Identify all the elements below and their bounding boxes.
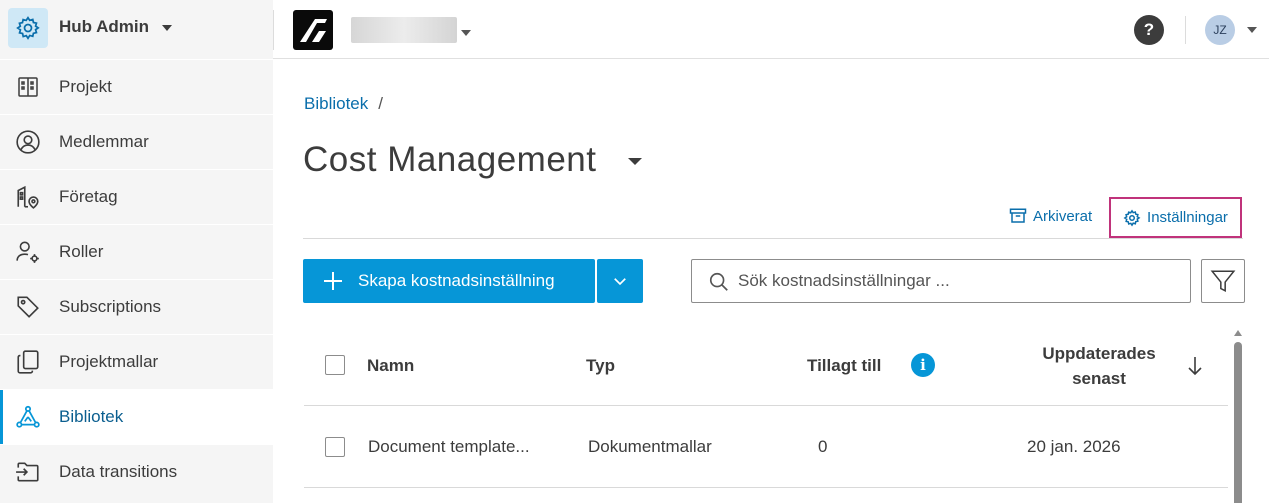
sidebar-item-projektmallar[interactable]: Projektmallar — [0, 334, 273, 389]
scroll-up-arrow-icon[interactable] — [1234, 330, 1242, 336]
breadcrumb-link-bibliotek[interactable]: Bibliotek — [304, 94, 368, 113]
select-all-checkbox[interactable] — [325, 355, 345, 375]
help-button[interactable]: ? — [1134, 15, 1164, 45]
archived-link[interactable]: Arkiverat — [1009, 207, 1092, 225]
divider — [273, 10, 274, 50]
autodesk-logo-icon[interactable] — [293, 10, 333, 50]
row-checkbox[interactable] — [325, 437, 345, 457]
hub-title: Hub Admin — [59, 17, 150, 36]
vertical-scrollbar[interactable] — [1234, 330, 1242, 503]
user-circle-icon — [14, 128, 42, 156]
filter-icon — [1210, 270, 1236, 292]
cell-name[interactable]: Document template... — [368, 437, 530, 457]
avatar[interactable]: JZ — [1205, 15, 1235, 45]
cell-type: Dokumentmallar — [588, 437, 712, 456]
sidebar-item-label: Projektmallar — [59, 352, 159, 371]
network-icon — [14, 403, 42, 431]
page-title[interactable]: Cost Management — [303, 140, 596, 180]
divider — [303, 238, 1243, 239]
sidebar-nav: Projekt Medlemmar Företag Roller Subscri… — [0, 59, 273, 499]
column-header-type[interactable]: Typ — [586, 356, 615, 376]
sidebar-item-label: Företag — [59, 187, 118, 206]
gear-icon — [8, 8, 48, 48]
search-icon — [709, 272, 728, 291]
project-selector[interactable] — [351, 17, 457, 43]
sidebar-item-label: Bibliotek — [59, 407, 124, 426]
column-header-name[interactable]: Namn — [367, 356, 414, 376]
table-header: Namn Typ Tillagt till i Uppdaterades sen… — [304, 325, 1228, 406]
table-row[interactable]: Document template... Dokumentmallar 0 20… — [304, 406, 1228, 488]
search-box — [691, 259, 1191, 303]
hub-switcher[interactable]: Hub Admin — [0, 0, 273, 59]
sidebar-item-label: Medlemmar — [59, 132, 149, 151]
sidebar-item-label: Subscriptions — [59, 297, 162, 316]
sidebar: Hub Admin Projekt Medlemmar Företag Roll… — [0, 0, 273, 503]
chevron-down-icon[interactable] — [628, 158, 642, 165]
settings-link[interactable]: Inställningar — [1109, 197, 1242, 238]
cell-added-to: 0 — [818, 437, 828, 456]
copy-icon — [14, 348, 42, 376]
tag-icon — [14, 293, 42, 321]
column-header-updated-line1: Uppdaterades — [1042, 344, 1156, 363]
folder-transfer-icon — [14, 458, 42, 486]
info-icon[interactable]: i — [911, 353, 935, 377]
divider — [1185, 16, 1186, 44]
filter-button[interactable] — [1201, 259, 1245, 303]
chevron-down-icon[interactable] — [461, 30, 471, 36]
archived-label: Arkiverat — [1033, 207, 1093, 225]
column-header-added-to[interactable]: Tillagt till — [807, 356, 881, 376]
sidebar-item-roller[interactable]: Roller — [0, 224, 273, 279]
column-header-updated[interactable]: Uppdaterades senast — [1024, 341, 1174, 391]
company-location-icon — [14, 183, 42, 211]
breadcrumb: Bibliotek / — [304, 94, 383, 114]
create-cost-setting-button[interactable]: Skapa kostnadsinställning — [303, 259, 595, 303]
scrollbar-thumb[interactable] — [1234, 342, 1242, 503]
plus-icon — [324, 272, 342, 290]
sidebar-item-label: Roller — [59, 242, 104, 261]
gear-icon — [1123, 209, 1141, 227]
sidebar-item-subscriptions[interactable]: Subscriptions — [0, 279, 273, 334]
sidebar-item-label: Projekt — [59, 77, 112, 96]
sort-descending-icon[interactable] — [1186, 355, 1204, 377]
create-options-dropdown-button[interactable] — [597, 259, 643, 303]
archive-icon — [1009, 208, 1027, 223]
chevron-down-icon — [162, 25, 172, 31]
sidebar-item-bibliotek[interactable]: Bibliotek — [0, 389, 273, 444]
search-input[interactable] — [738, 268, 1178, 294]
chevron-down-icon — [614, 278, 626, 286]
settings-label: Inställningar — [1147, 209, 1228, 226]
cell-updated: 20 jan. 2026 — [1027, 437, 1121, 456]
column-header-updated-line2: senast — [1072, 369, 1126, 388]
top-bar: ? JZ — [273, 0, 1269, 59]
chevron-down-icon[interactable] — [1247, 27, 1257, 33]
breadcrumb-separator: / — [378, 94, 383, 113]
user-gear-icon — [14, 238, 42, 266]
sidebar-item-medlemmar[interactable]: Medlemmar — [0, 114, 273, 169]
sidebar-item-data-transitions[interactable]: Data transitions — [0, 444, 273, 499]
building-icon — [14, 73, 42, 101]
sidebar-item-foretag[interactable]: Företag — [0, 169, 273, 224]
sidebar-item-label: Data transitions — [59, 462, 178, 481]
sidebar-item-projekt[interactable]: Projekt — [0, 59, 273, 114]
create-button-label: Skapa kostnadsinställning — [358, 271, 555, 290]
